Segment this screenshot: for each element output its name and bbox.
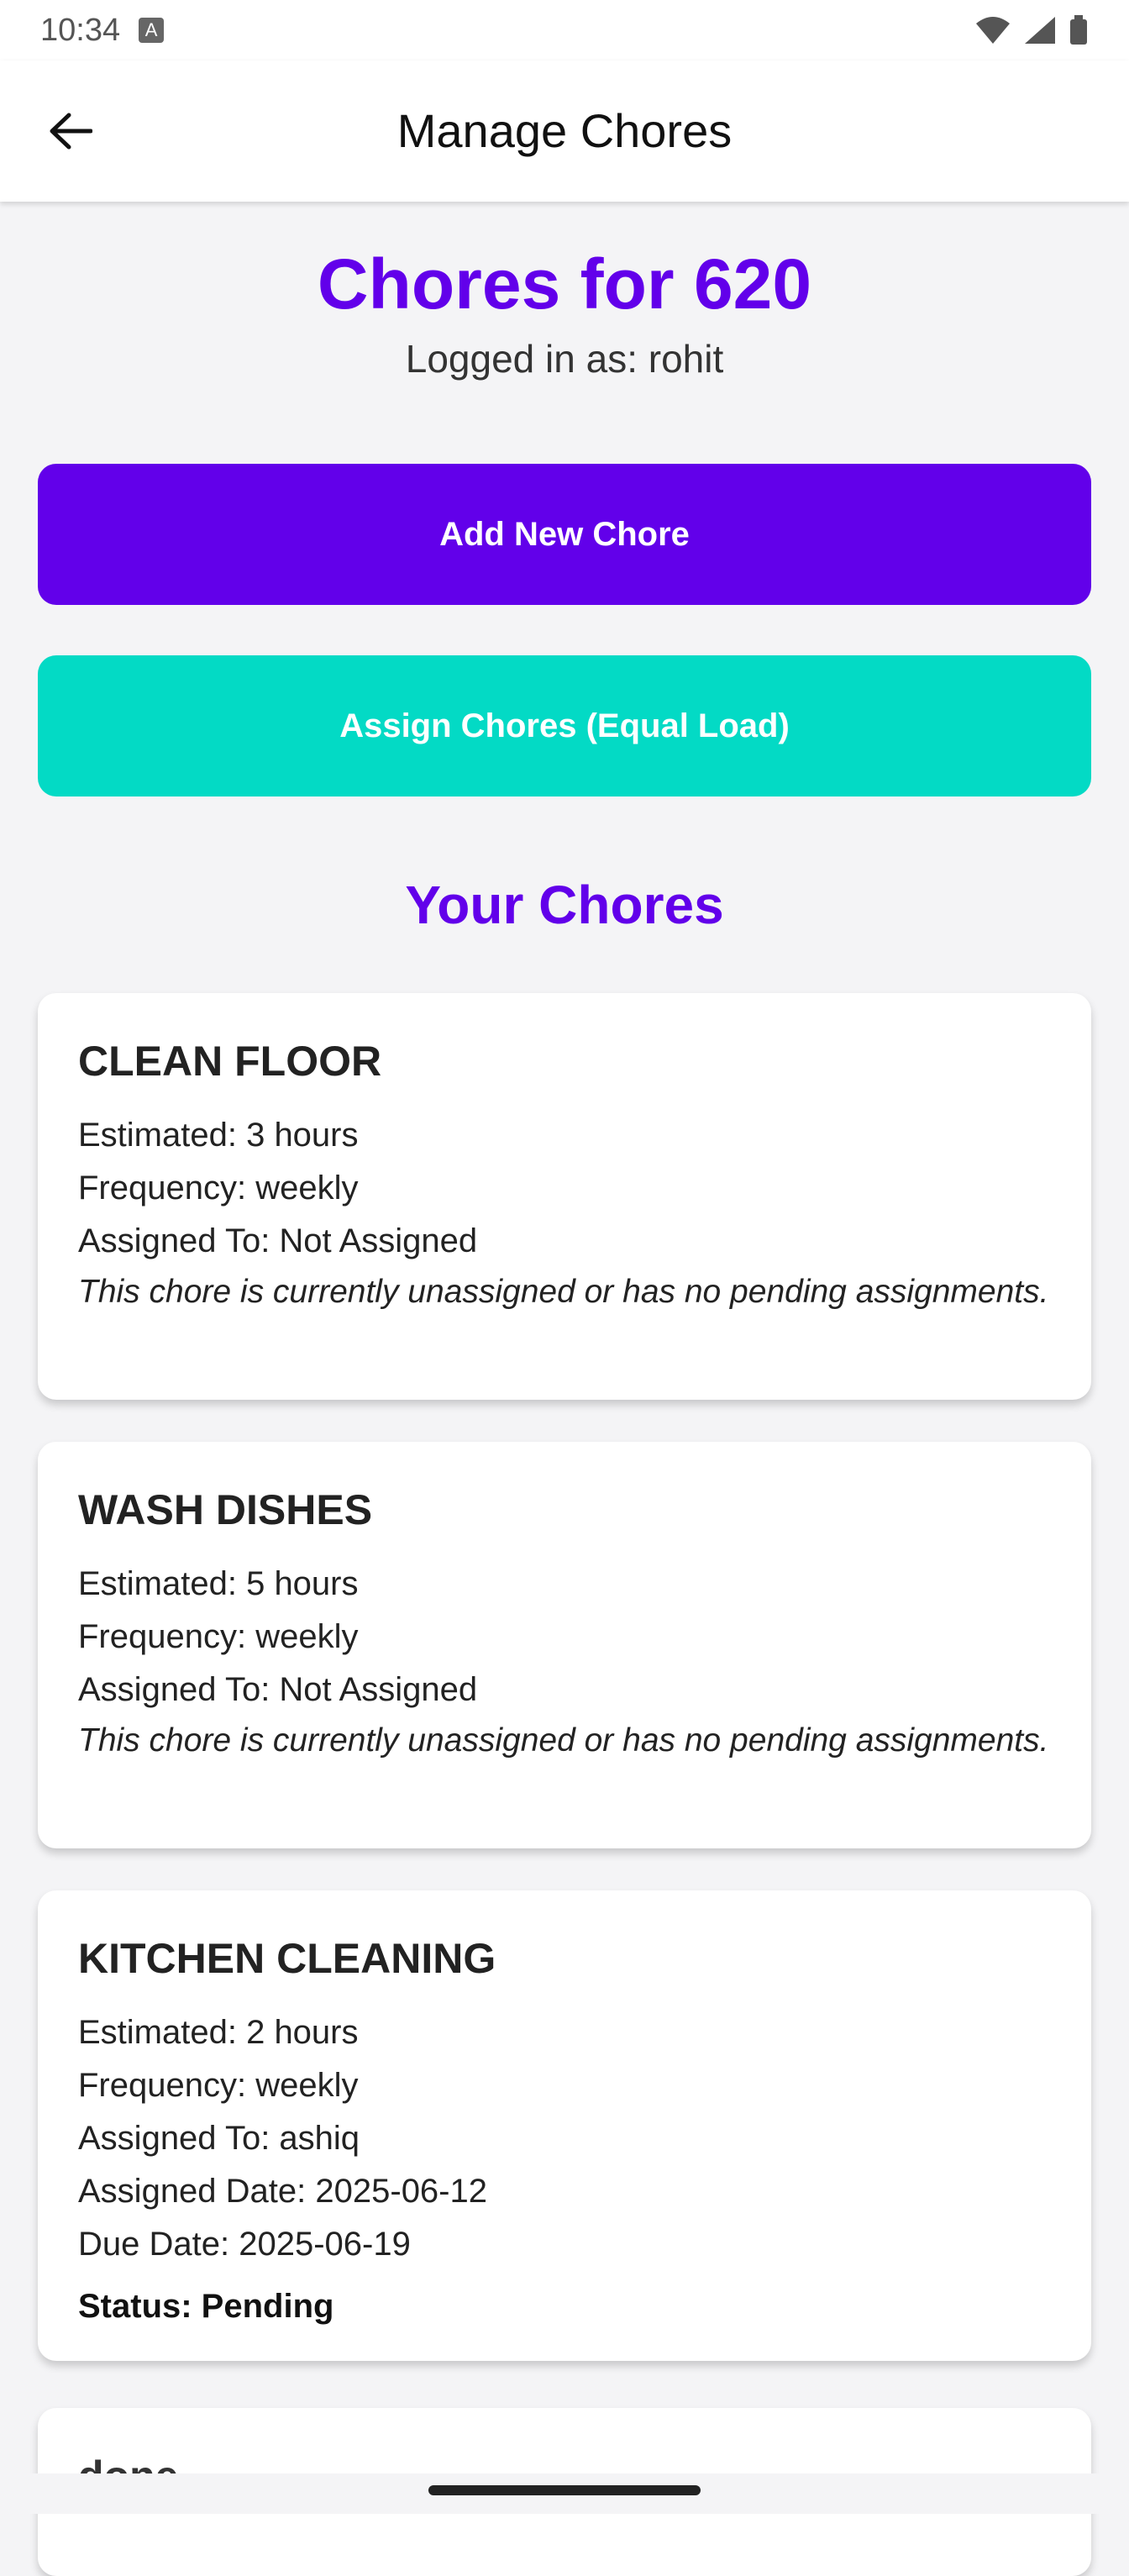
chore-status: Status: Pending [78,2288,334,2325]
chore-card[interactable]: CLEAN FLOOR Estimated: 3 hours Frequency… [38,993,1091,1400]
chore-card[interactable]: KITCHEN CLEANING Estimated: 2 hours Freq… [38,1890,1091,2361]
chore-card[interactable]: WASH DISHES Estimated: 5 hours Frequency… [38,1442,1091,1848]
chore-name: KITCHEN CLEANING [78,1935,496,1982]
household-title: Chores for 620 [317,244,812,323]
wifi-icon [976,17,1010,44]
chore-frequency: Frequency: weekly [78,1170,359,1207]
chore-assigned-date: Assigned Date: 2025-06-12 [78,2173,487,2210]
logged-in-label: Logged in as: rohit [405,337,724,381]
signal-icon [1025,17,1055,44]
chore-name: CLEAN FLOOR [78,1038,382,1085]
add-new-chore-button[interactable]: Add New Chore [38,464,1091,605]
battery-icon [1070,15,1087,45]
chore-name: WASH DISHES [78,1486,373,1533]
notification-icon: A [139,18,165,43]
chore-note: This chore is currently unassigned or ha… [78,1274,1049,1310]
chore-frequency: Frequency: weekly [78,2067,359,2104]
chore-note: This chore is currently unassigned or ha… [78,1722,1049,1759]
status-bar: 10:34 A [0,0,1129,60]
chore-due-date: Due Date: 2025-06-19 [78,2226,411,2263]
chore-assigned-to: Assigned To: ashiq [78,2120,360,2157]
page-title: Manage Chores [396,104,733,157]
status-time: 10:34 [40,12,121,48]
assign-chores-button[interactable]: Assign Chores (Equal Load) [38,655,1091,796]
chore-frequency: Frequency: weekly [78,1618,359,1655]
chore-estimated: Estimated: 3 hours [78,1117,359,1154]
app-bar: Manage Chores [0,60,1129,202]
chore-assigned-to: Assigned To: Not Assigned [78,1222,478,1259]
chore-estimated: Estimated: 2 hours [78,2014,359,2051]
chore-assigned-to: Assigned To: Not Assigned [78,1671,478,1708]
home-indicator[interactable] [428,2485,701,2495]
gesture-nav-bar [0,2473,1129,2514]
chore-estimated: Estimated: 5 hours [78,1565,359,1602]
status-icons [974,14,1089,46]
section-title: Your Chores [405,875,724,935]
